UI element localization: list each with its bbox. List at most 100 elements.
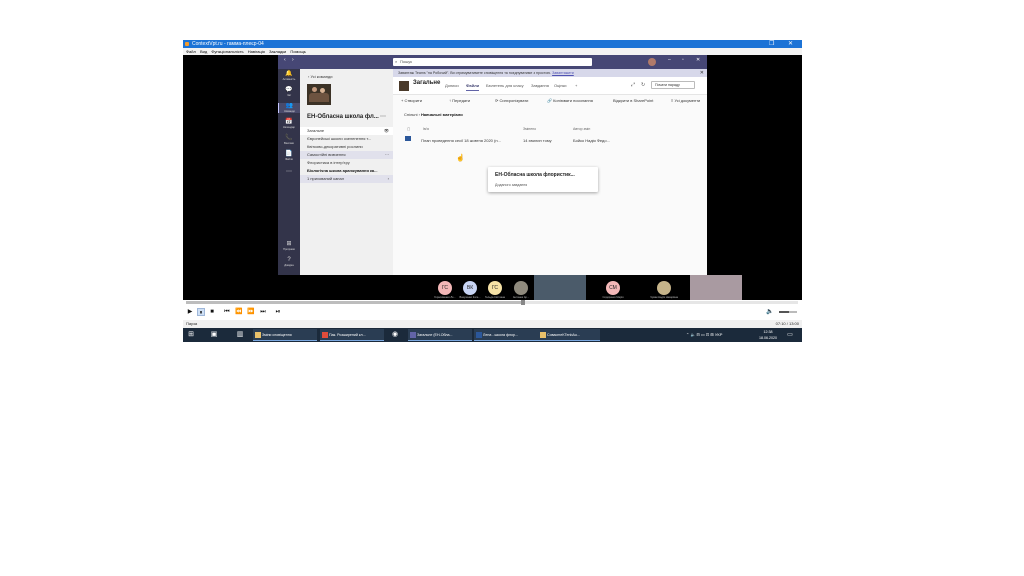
banner-close-icon[interactable]: ✕ xyxy=(700,69,704,77)
minimize-icon[interactable]: – xyxy=(668,57,671,63)
word-icon xyxy=(476,332,482,338)
windows-start-icon[interactable]: ⊞ xyxy=(186,330,196,340)
teams-close-icon[interactable]: ✕ xyxy=(696,57,700,63)
hover-card-title: ЕН-Обласна школа флористик... xyxy=(495,172,575,178)
add-tab-icon[interactable]: + xyxy=(575,82,577,90)
volume-icon[interactable]: 🔈 xyxy=(766,308,773,316)
channel-more-icon[interactable]: ⋯ xyxy=(385,151,389,159)
seek-handle[interactable] xyxy=(520,300,525,305)
taskbar-app-notifications[interactable]: Зміни сповіщення xyxy=(253,329,317,341)
file-name[interactable]: План проведення сесії 18 жовтня 2020 (н.… xyxy=(421,136,501,145)
taskbar-app-chrome[interactable]: Пак. Розширений кл... xyxy=(320,329,384,341)
channel-european-schools[interactable]: Європейські школи озеленення т... xyxy=(300,135,393,143)
refresh-icon[interactable]: ↻ xyxy=(641,82,645,88)
play-icon[interactable]: ▶ xyxy=(186,308,194,316)
menu-navigation[interactable]: Навігація xyxy=(248,49,265,54)
rail-apps[interactable]: ⊞ Програми xyxy=(278,241,300,251)
chrome-icon xyxy=(322,332,328,338)
system-tray[interactable]: ⌃ 🔈 ⊟ ▭ ⊡ ⊞ УКР xyxy=(686,328,722,342)
player-icon xyxy=(540,332,546,338)
stop-icon[interactable]: ■ xyxy=(208,308,216,316)
breadcrumb-current: Навчальні матеріали xyxy=(421,112,463,117)
upload-button[interactable]: ↑ Передати xyxy=(449,96,470,106)
user-avatar[interactable] xyxy=(648,58,656,66)
apps-icon: ⊞ xyxy=(286,241,292,247)
frame-step-icon[interactable]: ⏯ xyxy=(274,308,282,316)
team-more-icon[interactable]: ⋯ xyxy=(380,113,386,120)
taskbar-app-teams[interactable]: Загальне (ЕН-Обла... xyxy=(408,329,472,341)
rail-teams[interactable]: 👥 Команди xyxy=(278,103,300,113)
volume-level xyxy=(779,311,789,313)
channel-floristics-interior[interactable]: Флористика в інтер'єру xyxy=(300,159,393,167)
task-view-icon[interactable]: ▥ xyxy=(235,330,245,340)
download-link[interactable]: Завантажити xyxy=(552,71,574,75)
close-icon[interactable]: ✕ xyxy=(788,40,793,48)
video-area[interactable]: ‹ › ⌕ Пошук – ▫ ✕ 🔔 Активність 💬 Чат 👥 Кома… xyxy=(183,55,802,300)
expand-icon[interactable]: ⤢ xyxy=(631,82,635,88)
start-meeting-button[interactable]: Почати нараду xyxy=(651,81,695,89)
rail-calls[interactable]: 📞 Виклики xyxy=(278,135,300,145)
rail-help[interactable]: ? Довідка xyxy=(278,257,300,267)
rail-activity[interactable]: 🔔 Активність xyxy=(278,71,300,81)
tab-class-notebook[interactable]: Бюлетень для класу xyxy=(486,82,524,90)
hidden-channels-item[interactable]: 1 прихований канал › xyxy=(300,175,393,183)
nav-back-icon[interactable]: ‹ xyxy=(284,57,286,63)
menu-bookmarks[interactable]: Закладки xyxy=(269,49,286,54)
menu-features[interactable]: Функціональність xyxy=(211,49,243,54)
breadcrumb: Спільні › Навчальні матеріали xyxy=(404,112,463,117)
notifications-icon[interactable]: ▭ xyxy=(786,331,794,339)
create-button[interactable]: + Створити xyxy=(401,96,422,106)
channel-self-study[interactable]: Самостійні вивчення ⋯ xyxy=(300,151,393,159)
volume-slider[interactable] xyxy=(779,311,797,313)
sync-button[interactable]: ⟳ Синхронізувати xyxy=(495,96,528,106)
menu-file[interactable]: Файл xyxy=(186,49,196,54)
participant-video-tile[interactable] xyxy=(690,275,742,300)
seek-bar[interactable] xyxy=(186,300,798,305)
column-name[interactable]: Ім'я xyxy=(423,127,429,131)
channel-arrangement-school[interactable]: Біологічна школа аранжування ка... xyxy=(300,167,393,175)
rail-more[interactable]: ⋯ xyxy=(278,169,300,176)
edge-icon[interactable]: ◉ xyxy=(390,330,400,340)
channel-general[interactable]: Загальне 👁 xyxy=(300,127,393,135)
store-icon[interactable]: ▣ xyxy=(209,330,219,340)
rewind-icon[interactable]: ⏪ xyxy=(235,308,243,316)
pause-icon[interactable]: ⏸ xyxy=(197,308,205,316)
column-modified[interactable]: Змінено xyxy=(523,127,536,131)
channel-decorative-plants[interactable]: Квітково-декоративні рослини xyxy=(300,143,393,151)
tab-grades[interactable]: Оцінки xyxy=(554,82,566,90)
playback-state: Пауза xyxy=(186,321,198,326)
copy-link-button[interactable]: 🔗 Копіювати посилання xyxy=(547,96,593,106)
more-icon: ⋯ xyxy=(286,169,292,175)
open-sharepoint-button[interactable]: Відкрити в SharePoint xyxy=(613,96,653,106)
taskbar-app-word[interactable]: Лена - школа флор... xyxy=(474,329,538,341)
file-row[interactable]: План проведення сесії 18 жовтня 2020 (н.… xyxy=(403,136,703,145)
all-teams-label: Усі команди xyxy=(310,74,333,79)
rail-files[interactable]: 📄 Файли xyxy=(278,151,300,161)
file-modified: 14 хвилин тому xyxy=(523,138,552,143)
tab-posts[interactable]: Дописи xyxy=(445,82,459,90)
participant-tile[interactable]: Чумак Надія Назарівна xyxy=(649,275,679,300)
fast-forward-icon[interactable]: ⏩ xyxy=(247,308,255,316)
rail-calendar[interactable]: 📅 Календар xyxy=(278,119,300,129)
previous-icon[interactable]: ⏮ xyxy=(223,308,231,316)
tab-files[interactable]: Файли xyxy=(466,82,480,91)
teams-search-input[interactable]: ⌕ Пошук xyxy=(393,58,592,66)
maximize-icon[interactable]: ▫ xyxy=(682,57,684,63)
next-icon[interactable]: ⏭ xyxy=(259,308,267,316)
rail-chat[interactable]: 💬 Чат xyxy=(278,87,300,97)
all-teams-link[interactable]: ‹ Усі команди xyxy=(308,74,333,79)
participant-tile[interactable]: СМ Сидоренко Марія xyxy=(598,275,628,300)
participant-video-tile[interactable] xyxy=(534,275,586,300)
column-author[interactable]: Автор змін xyxy=(573,127,590,131)
menu-view[interactable]: Вид xyxy=(200,49,207,54)
taskbar-app-player[interactable]: СoвасmеKTenbAu... xyxy=(538,329,600,341)
search-placeholder: Пошук xyxy=(400,59,413,64)
nav-forward-icon[interactable]: › xyxy=(292,57,294,63)
menu-help[interactable]: Помощь xyxy=(290,49,305,54)
all-documents-button[interactable]: ≡ Усі документи xyxy=(671,96,700,106)
breadcrumb-root[interactable]: Спільні xyxy=(404,112,417,117)
restore-icon[interactable]: ❐ xyxy=(769,40,774,48)
taskbar-clock[interactable]: 12:38 18.06.2020 xyxy=(751,329,785,341)
tab-assignments[interactable]: Завдання xyxy=(531,82,549,90)
participant-tile[interactable]: Антонюк Ар... xyxy=(506,275,536,300)
